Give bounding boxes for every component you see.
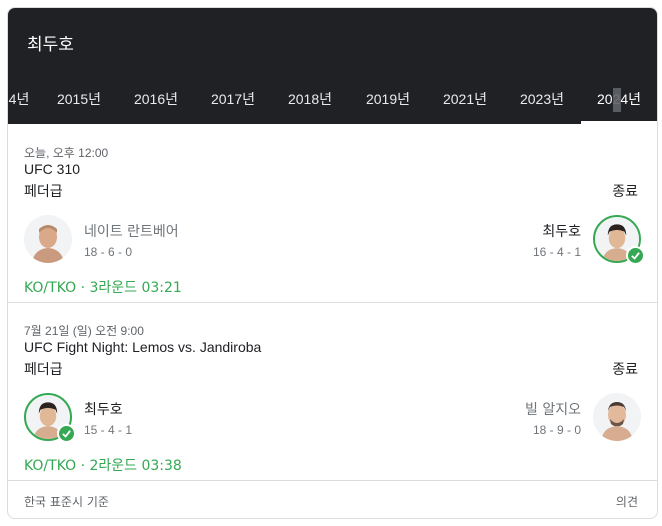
- fighter-photo: [24, 215, 72, 263]
- fighter-record-right: 18 - 9 - 0: [532, 423, 581, 437]
- tab-2021[interactable]: 2021년: [434, 75, 496, 124]
- match-status: 종료: [612, 184, 638, 200]
- tab-2017[interactable]: 2017년: [202, 75, 264, 124]
- tab-year-partial[interactable]: 4년: [8, 75, 44, 124]
- fighter-name-right[interactable]: 빌 알지오: [525, 399, 581, 419]
- tab-2016[interactable]: 2016년: [125, 75, 187, 124]
- timezone-note: 한국 표준시 기준: [24, 495, 109, 509]
- fighter-name-left[interactable]: 네이트 란트베어: [84, 221, 179, 241]
- fighter-name-right[interactable]: 최두호: [542, 221, 581, 241]
- match-result: KO/TKO · 2라운드 03:38: [24, 458, 182, 474]
- event-name: UFC 310: [24, 161, 81, 177]
- match-card[interactable]: 오늘, 오후 12:00 UFC 310 페더급 종료 네이트 란트베어 18 …: [8, 124, 657, 302]
- fighter-record-left: 15 - 4 - 1: [84, 423, 133, 437]
- card-footer: 한국 표준시 기준 의견: [8, 480, 657, 518]
- text-cursor: [613, 88, 621, 112]
- page-title: 최두호: [27, 35, 74, 55]
- event-name: UFC Fight Night: Lemos vs. Jandiroba: [24, 339, 262, 355]
- fighter-avatar-left[interactable]: [24, 215, 72, 263]
- feedback-link[interactable]: 의견: [616, 493, 638, 510]
- year-tabs: 4년 2015년 2016년 2017년 2018년 2019년 2021년 2…: [8, 75, 657, 124]
- winner-check-icon: [626, 246, 645, 265]
- match-card[interactable]: 7월 21일 (일) 오전 9:00 UFC Fight Night: Lemo…: [8, 302, 657, 480]
- match-status: 종료: [612, 362, 638, 378]
- match-time: 오늘, 오후 12:00: [24, 146, 109, 160]
- tab-2023[interactable]: 2023년: [511, 75, 573, 124]
- tab-2019[interactable]: 2019년: [357, 75, 419, 124]
- match-result: KO/TKO · 3라운드 03:21: [24, 280, 182, 296]
- tab-2018[interactable]: 2018년: [279, 75, 341, 124]
- fighter-avatar-right[interactable]: [593, 393, 641, 441]
- fighter-photo: [593, 393, 641, 441]
- winner-check-icon: [57, 424, 76, 443]
- fighter-name-left[interactable]: 최두호: [84, 399, 123, 419]
- fighter-record-left: 18 - 6 - 0: [84, 245, 133, 259]
- match-time: 7월 21일 (일) 오전 9:00: [24, 324, 144, 338]
- fighter-avatar-left[interactable]: [24, 393, 76, 443]
- fighter-record-right: 16 - 4 - 1: [532, 245, 581, 259]
- card-header: 최두호: [8, 8, 657, 75]
- sports-results-card: 최두호 4년 2015년 2016년 2017년 2018년 2019년 202…: [7, 7, 658, 519]
- tab-2015[interactable]: 2015년: [48, 75, 110, 124]
- weight-class: 페더급: [24, 362, 63, 378]
- weight-class: 페더급: [24, 184, 63, 200]
- fighter-avatar-right[interactable]: [593, 215, 645, 265]
